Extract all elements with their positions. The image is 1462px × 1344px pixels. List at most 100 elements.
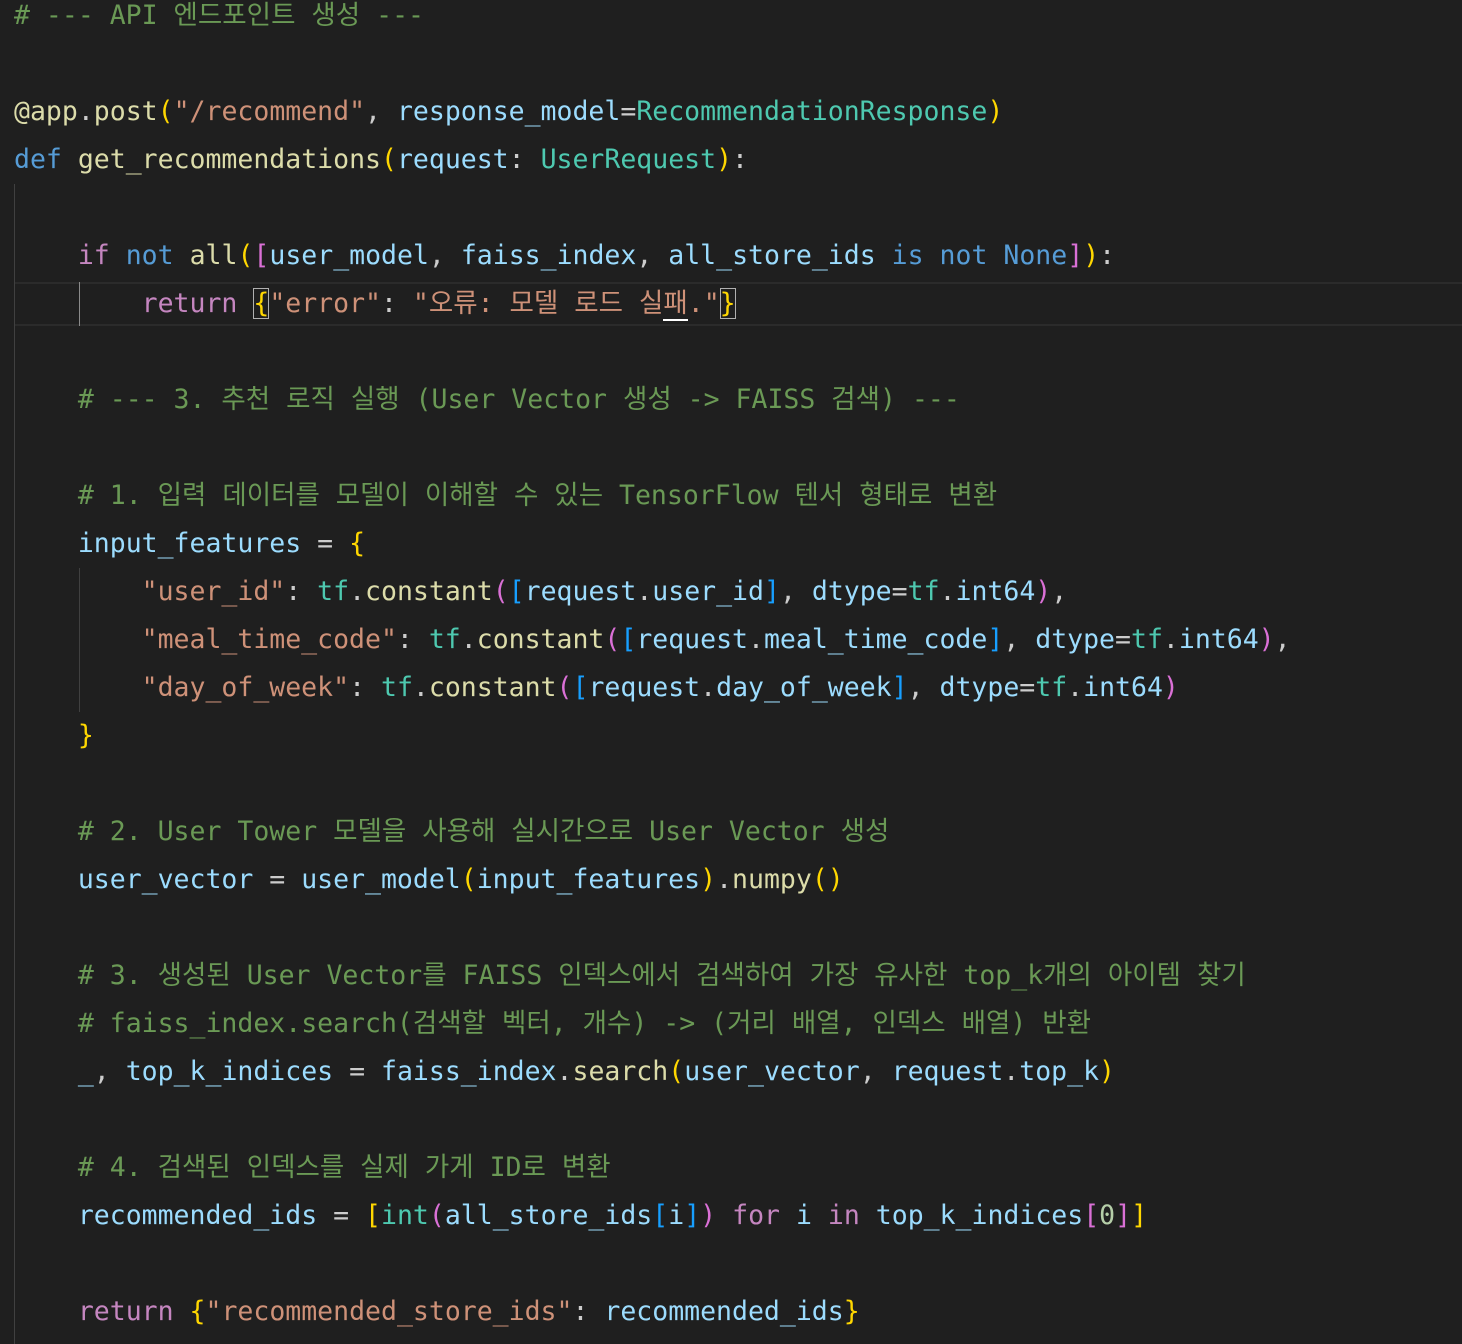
code-line[interactable]: return {"error": "오류: 모델 로드 실패."} <box>14 280 736 328</box>
code-token: in <box>827 1200 860 1231</box>
code-token: () <box>811 864 844 895</box>
code-token: , <box>907 672 940 703</box>
code-line[interactable]: # 3. 생성된 User Vector를 FAISS 인덱스에서 검색하여 가… <box>14 952 1246 1000</box>
code-token: = <box>317 1200 366 1231</box>
code-token: = <box>333 1056 382 1087</box>
code-token: dtype <box>1035 624 1116 655</box>
code-token: all_store_ids <box>444 1200 653 1231</box>
code-token: . <box>748 624 764 655</box>
code-token: None <box>1003 240 1068 271</box>
code-token: recommended_ids <box>604 1296 844 1327</box>
code-line[interactable]: # 1. 입력 데이터를 모델이 이해할 수 있는 TensorFlow 텐서 … <box>14 472 997 520</box>
code-token: user_id <box>652 576 764 607</box>
code-token: get_recommendations <box>77 144 381 175</box>
code-token: tf <box>1130 624 1163 655</box>
code-token: ) <box>1083 240 1100 271</box>
code-token: ( <box>157 96 174 127</box>
code-token: UserRequest <box>540 144 717 175</box>
code-line[interactable]: # faiss_index.search(검색할 벡터, 개수) -> (거리 … <box>14 1000 1091 1048</box>
code-line[interactable]: _, top_k_indices = faiss_index.search(us… <box>14 1048 1115 1096</box>
code-token: # --- 3. 추천 로직 실행 (User Vector 생성 -> FAI… <box>77 384 960 415</box>
code-token: constant <box>365 576 493 607</box>
code-line[interactable]: # 4. 검색된 인덱스를 실제 가게 ID로 변환 <box>14 1144 611 1192</box>
code-token: = <box>891 576 908 607</box>
code-line[interactable]: recommended_ids = [int(all_store_ids[i])… <box>14 1192 1147 1240</box>
code-token: ] <box>1131 1200 1148 1231</box>
code-line[interactable]: # 2. User Tower 모델을 사용해 실시간으로 User Vecto… <box>14 808 890 856</box>
code-token: for <box>732 1200 780 1231</box>
code-token: } <box>843 1296 860 1327</box>
code-token: ( <box>604 624 621 655</box>
code-token: "/recommend" <box>173 96 366 127</box>
code-line[interactable]: "meal_time_code": tf.constant([request.m… <box>14 616 1291 664</box>
code-token: = <box>1019 672 1036 703</box>
code-token: , <box>1051 576 1068 607</box>
code-line[interactable]: user_vector = user_model(input_features)… <box>14 856 844 904</box>
code-token: . <box>700 672 717 703</box>
code-line[interactable]: # --- 3. 추천 로직 실행 (User Vector 생성 -> FAI… <box>14 376 960 424</box>
code-token: dtype <box>939 672 1020 703</box>
code-token: ) <box>1162 672 1179 703</box>
code-token: { <box>189 1296 206 1327</box>
code-token: , <box>636 240 669 271</box>
code-line[interactable]: "user_id": tf.constant([request.user_id]… <box>14 568 1068 616</box>
code-token: [ <box>508 576 525 607</box>
code-token: 패 <box>663 288 688 321</box>
code-token: request <box>636 624 748 655</box>
code-token: ( <box>668 1056 685 1087</box>
code-token: ) <box>1035 576 1052 607</box>
code-line[interactable]: @app.post("/recommend", response_model=R… <box>14 88 1003 136</box>
code-token: search <box>572 1056 669 1087</box>
code-token: : <box>285 576 318 607</box>
code-line[interactable]: def get_recommendations(request: UserReq… <box>14 136 748 184</box>
code-token: [ <box>572 672 589 703</box>
code-token: . <box>636 576 653 607</box>
code-line[interactable]: } <box>14 712 94 760</box>
code-token: "meal_time_code" <box>141 624 397 655</box>
code-token: if <box>77 240 110 271</box>
code-line[interactable]: input_features = { <box>14 520 365 568</box>
code-token: "day_of_week" <box>141 672 350 703</box>
code-token: ( <box>380 144 397 175</box>
code-token: i <box>795 1200 812 1231</box>
code-line[interactable]: return {"recommended_store_ids": recomme… <box>14 1288 860 1336</box>
code-token: ) <box>987 96 1004 127</box>
code-token: meal_time_code <box>763 624 988 655</box>
code-token: = <box>253 864 302 895</box>
code-token: ( <box>237 240 254 271</box>
code-token: constant <box>428 672 557 703</box>
code-token: tf <box>1035 672 1068 703</box>
code-token: : <box>508 144 541 175</box>
code-token: ) <box>716 144 733 175</box>
code-token: int64 <box>955 576 1036 607</box>
code-token: ( <box>556 672 573 703</box>
code-line[interactable]: # --- API 엔드포인트 생성 --- <box>14 0 424 40</box>
code-token: , <box>1274 624 1291 655</box>
code-token: : <box>396 624 429 655</box>
code-token: faiss_index <box>381 1056 557 1087</box>
code-token: } <box>77 720 94 751</box>
code-token: tf <box>380 672 413 703</box>
code-token: user_vector <box>77 864 254 895</box>
code-token: # 4. 검색된 인덱스를 실제 가게 ID로 변환 <box>77 1152 611 1183</box>
code-token: . <box>1003 1056 1020 1087</box>
code-token: top_k <box>1019 1056 1100 1087</box>
code-token: , <box>93 1056 126 1087</box>
code-editor[interactable]: # --- API 엔드포인트 생성 --- @app.post("/recomm… <box>0 0 1462 1344</box>
code-line[interactable]: if not all([user_model, faiss_index, all… <box>14 232 1115 280</box>
code-line[interactable]: "day_of_week": tf.constant([request.day_… <box>14 664 1179 712</box>
code-token: return <box>77 1296 174 1327</box>
code-token: post <box>93 96 158 127</box>
code-token: # 3. 생성된 User Vector를 FAISS 인덱스에서 검색하여 가… <box>77 960 1246 991</box>
